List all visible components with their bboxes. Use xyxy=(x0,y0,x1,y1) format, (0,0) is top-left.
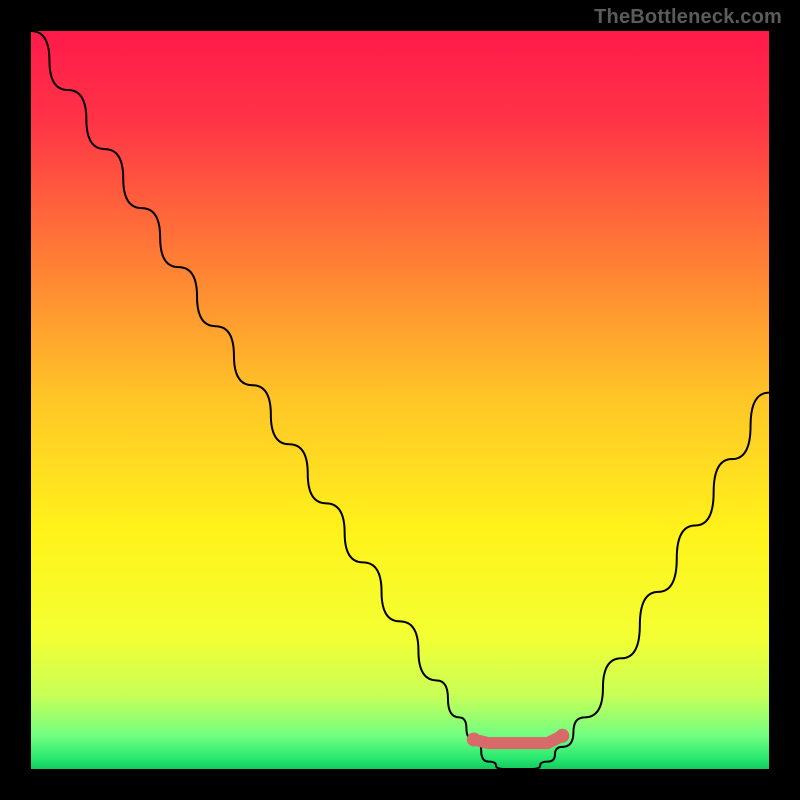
bottleneck-curve xyxy=(31,31,769,769)
attribution-label: TheBottleneck.com xyxy=(594,6,782,29)
curve-layer xyxy=(31,31,769,769)
chart-frame: TheBottleneck.com xyxy=(0,0,800,800)
optimal-zone-marker xyxy=(474,736,563,743)
optimal-zone-end-dot xyxy=(555,729,569,743)
plot-area xyxy=(31,31,769,769)
optimal-zone-start-dot xyxy=(467,732,481,746)
